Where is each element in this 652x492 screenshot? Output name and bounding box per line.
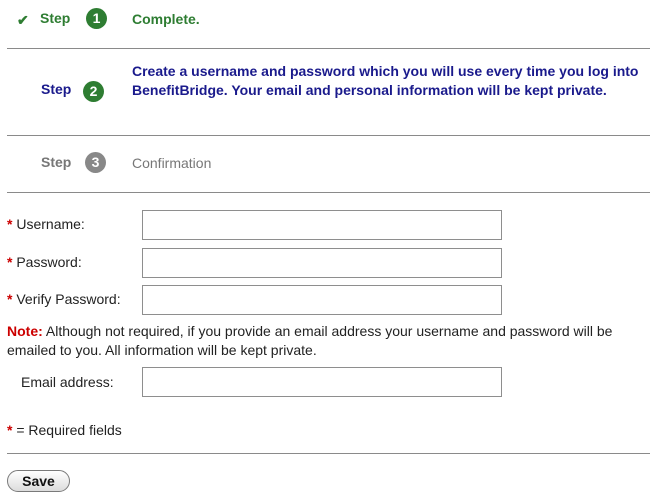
verify-password-input[interactable] — [142, 285, 502, 315]
step-1-row: ✔ Step 1 Complete. — [0, 0, 652, 38]
step-1-text: Complete. — [132, 11, 200, 27]
required-marker: * — [7, 254, 13, 270]
step-3-text: Confirmation — [132, 155, 212, 171]
username-input[interactable] — [142, 210, 502, 240]
step-2-text: Create a username and password which you… — [132, 63, 639, 98]
save-button[interactable]: Save — [7, 470, 70, 492]
email-input[interactable] — [142, 367, 502, 397]
step-2-label: Step — [41, 81, 72, 97]
username-label-text: Username: — [16, 216, 85, 232]
divider — [7, 453, 650, 454]
step-3-row: Step 3 Confirmation — [0, 144, 652, 180]
divider — [7, 48, 650, 49]
password-label: * Password: — [7, 254, 82, 270]
step-1-label: Step — [40, 10, 71, 26]
email-label: Email address: — [21, 374, 114, 390]
verify-password-label: * Verify Password: — [7, 291, 121, 307]
divider — [7, 192, 650, 193]
required-marker: * — [7, 291, 13, 307]
check-icon: ✔ — [17, 12, 29, 28]
password-input[interactable] — [142, 248, 502, 278]
required-fields-legend: * = Required fields — [7, 422, 122, 438]
step-3-label: Step — [41, 154, 72, 170]
required-marker: * — [7, 422, 13, 438]
required-legend-text: = Required fields — [16, 422, 122, 438]
verify-password-label-text: Verify Password: — [16, 291, 121, 307]
username-label: * Username: — [7, 216, 85, 232]
step-3-number-badge: 3 — [85, 152, 106, 173]
divider — [7, 135, 650, 136]
email-note: Note: Although not required, if you prov… — [7, 322, 647, 360]
note-label: Note: — [7, 323, 43, 339]
step-2-row: Step 2 Create a username and password wh… — [0, 52, 652, 132]
password-label-text: Password: — [16, 254, 82, 270]
required-marker: * — [7, 216, 13, 232]
step-1-number-badge: 1 — [86, 8, 107, 29]
step-2-number-badge: 2 — [83, 81, 104, 102]
note-text: Although not required, if you provide an… — [7, 323, 613, 358]
